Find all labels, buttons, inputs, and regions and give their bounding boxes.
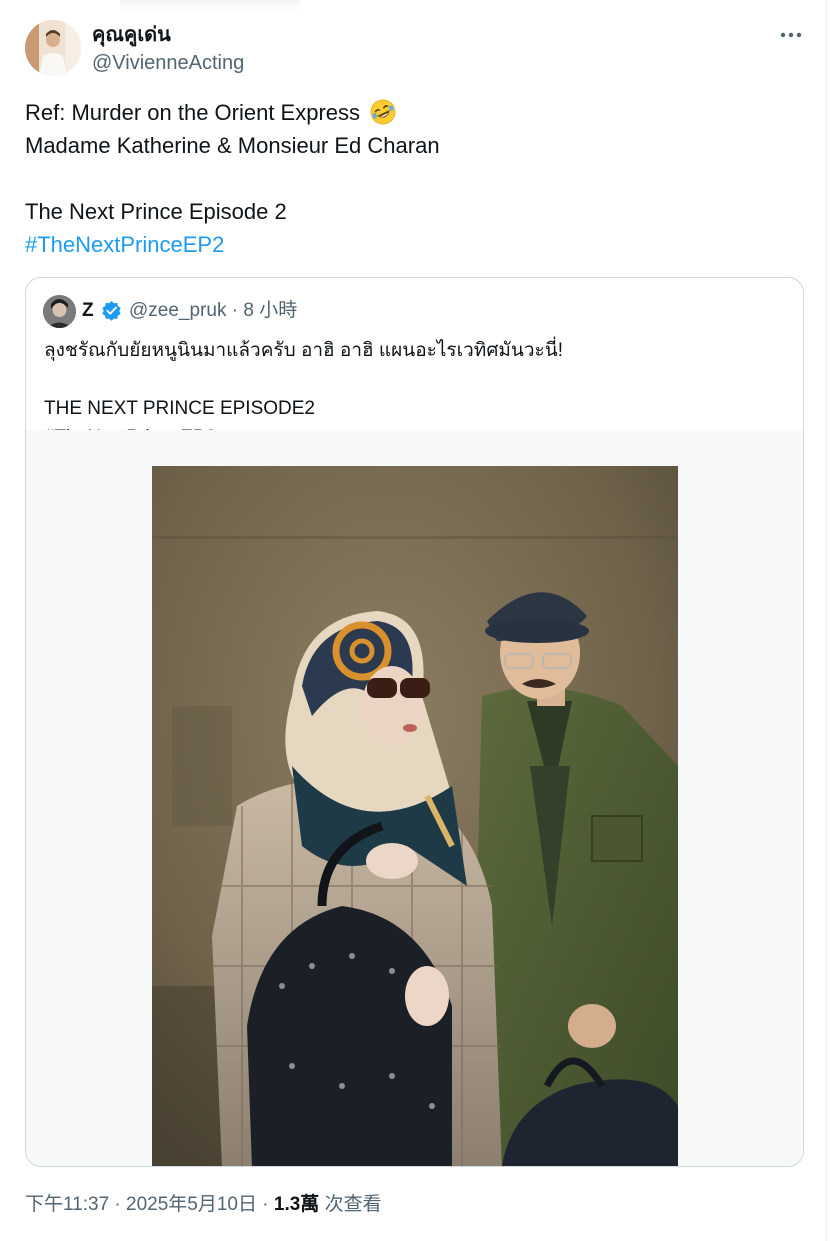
- quoted-handle[interactable]: @zee_pruk: [129, 300, 226, 321]
- rolling-on-floor-laughing-emoji: [370, 99, 396, 125]
- quoted-line-2: THE NEXT PRINCE EPISODE2: [44, 398, 315, 419]
- more-dots-icon: [780, 32, 802, 38]
- quoted-display-name[interactable]: Z: [82, 298, 94, 324]
- column-border: [826, 0, 827, 1241]
- author-display-name[interactable]: คุณคูเด่น: [92, 22, 171, 48]
- views-count: 1.3萬: [273, 1194, 320, 1215]
- quoted-media[interactable]: [26, 430, 803, 1166]
- post-line-3: The Next Prince Episode 2: [25, 199, 287, 224]
- post-time[interactable]: 下午11:37: [25, 1194, 109, 1215]
- more-options-button[interactable]: [776, 20, 806, 50]
- post-hashtag-line: #TheNextPrinceEP2: [25, 228, 795, 261]
- quoted-blank-line: [44, 365, 784, 394]
- post-line-2: Madame Katherine & Monsieur Ed Charan: [25, 133, 440, 158]
- views-label: 次查看: [324, 1194, 382, 1215]
- quoted-author-avatar[interactable]: [43, 295, 76, 328]
- quoted-separator: ·: [231, 300, 239, 321]
- footer-separator-2: ·: [262, 1194, 269, 1215]
- post-footer: 下午11:37 · 2025年5月10日 · 1.3萬 次查看: [25, 1193, 382, 1217]
- author-handle[interactable]: @VivienneActing: [92, 50, 244, 76]
- post-text: Ref: Murder on the Orient Express Madame…: [25, 96, 795, 261]
- quoted-meta: @zee_pruk · 8 小時: [129, 298, 297, 324]
- post-date[interactable]: 2025年5月10日: [126, 1194, 257, 1215]
- top-fade: [120, 0, 300, 12]
- quoted-post-card[interactable]: Z @zee_pruk · 8 小時 ลุงชรัณกับยัยหนูนินมา…: [25, 277, 804, 1167]
- quoted-line-1: ลุงชรัณกับยัยหนูนินมาแล้วครับ อาฮิ อาฮิ …: [44, 340, 564, 361]
- quoted-photo[interactable]: [152, 466, 678, 1166]
- footer-separator-1: ·: [114, 1194, 121, 1215]
- post-blank-line: [25, 162, 795, 195]
- author-avatar[interactable]: [25, 20, 81, 76]
- quoted-time[interactable]: 8 小時: [243, 300, 297, 321]
- verified-badge-icon: [102, 300, 121, 321]
- post-line-1: Ref: Murder on the Orient Express: [25, 96, 795, 129]
- post-hashtag-link[interactable]: #TheNextPrinceEP2: [25, 232, 224, 257]
